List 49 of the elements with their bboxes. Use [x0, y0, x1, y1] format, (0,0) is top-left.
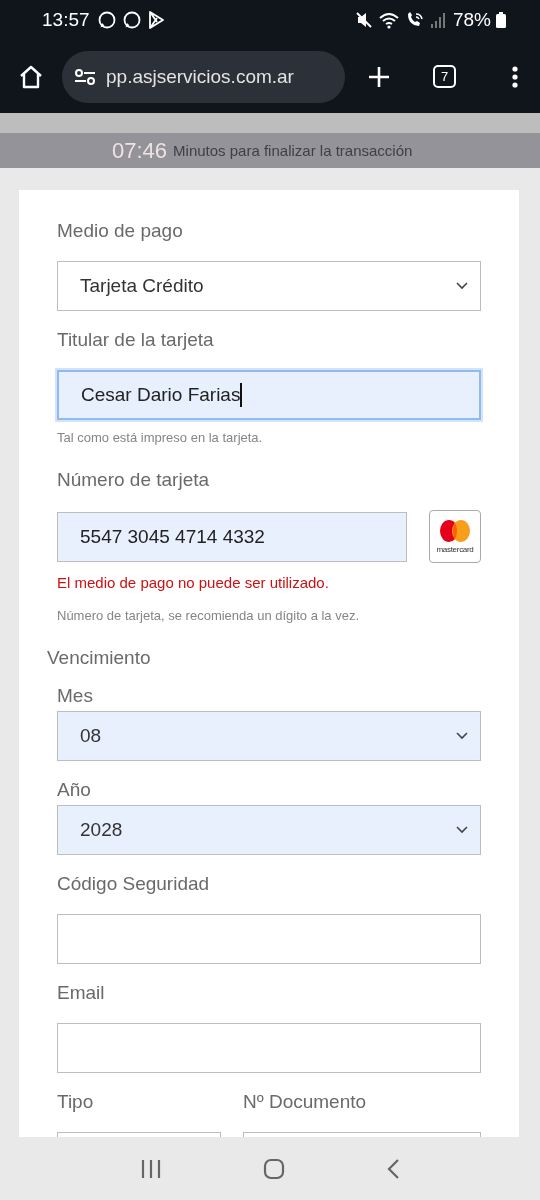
countdown-time: 07:46 — [112, 137, 168, 164]
field-label: Titular de la tarjeta — [57, 328, 215, 352]
dropdown-value: Tarjeta Crédito — [80, 275, 205, 297]
section-heading: Vencimiento — [47, 646, 152, 670]
error-message: El medio de pago no puede ser utilizado. — [57, 573, 330, 593]
help-text: Tal como está impreso en la tarjeta. — [57, 429, 264, 447]
field-label: Email — [57, 981, 106, 1005]
chat-icon — [96, 10, 117, 30]
chevron-down-icon — [456, 282, 468, 290]
field-label: Medio de pago — [57, 219, 184, 243]
clock: 13:57 — [42, 9, 90, 31]
chevron-down-icon — [456, 826, 468, 834]
tab-count-button[interactable]: 7 — [433, 65, 456, 88]
field-label: Tipo — [57, 1090, 95, 1114]
overlapping-circles-icon — [438, 519, 472, 543]
mute-icon — [354, 11, 373, 29]
dropdown[interactable]: 2028 — [57, 805, 481, 855]
dropdown-value: 08 — [80, 725, 103, 747]
dropdown[interactable]: 08 — [57, 711, 481, 761]
field-label: Nº Documento — [243, 1090, 368, 1114]
back-icon[interactable] — [385, 1157, 400, 1180]
address-bar[interactable]: pp.asjservicios.com.ar — [62, 50, 345, 103]
field-label: Número de tarjeta — [57, 468, 211, 492]
dropdown[interactable]: Tarjeta Crédito — [57, 261, 481, 311]
menu-icon[interactable] — [511, 64, 519, 89]
field-label: Año — [57, 778, 92, 802]
input-field[interactable]: Cesar Dario Farias — [57, 370, 481, 420]
card-number-field[interactable]: 5547 3045 4714 4332 — [57, 511, 407, 562]
input-field[interactable] — [57, 1023, 481, 1073]
field-label: Mes — [57, 684, 94, 708]
url-text: pp.asjservicios.com.ar — [106, 65, 294, 88]
input-field[interactable] — [57, 914, 481, 964]
battery-percentage: 78% — [452, 9, 491, 31]
dropdown-value: 2028 — [80, 819, 124, 841]
home-icon[interactable] — [18, 63, 44, 90]
help-text: Número de tarjeta, se recomienda un dígito a la vez. — [57, 607, 361, 625]
text-cursor — [240, 383, 242, 407]
play-store-icon — [146, 10, 165, 30]
card-brand-label: mastercard — [436, 545, 474, 554]
battery-icon — [496, 11, 506, 29]
wifi-icon — [377, 11, 400, 29]
countdown-text: Minutos para finalizar la transacción — [173, 142, 413, 159]
new-tab-icon[interactable] — [367, 64, 391, 89]
chat-icon — [121, 10, 142, 30]
recent-apps-icon[interactable] — [140, 1158, 163, 1179]
site-settings-icon[interactable] — [74, 67, 96, 86]
signal-icon — [429, 11, 446, 29]
field-label: Código Seguridad — [57, 872, 211, 896]
chevron-down-icon — [456, 732, 468, 740]
